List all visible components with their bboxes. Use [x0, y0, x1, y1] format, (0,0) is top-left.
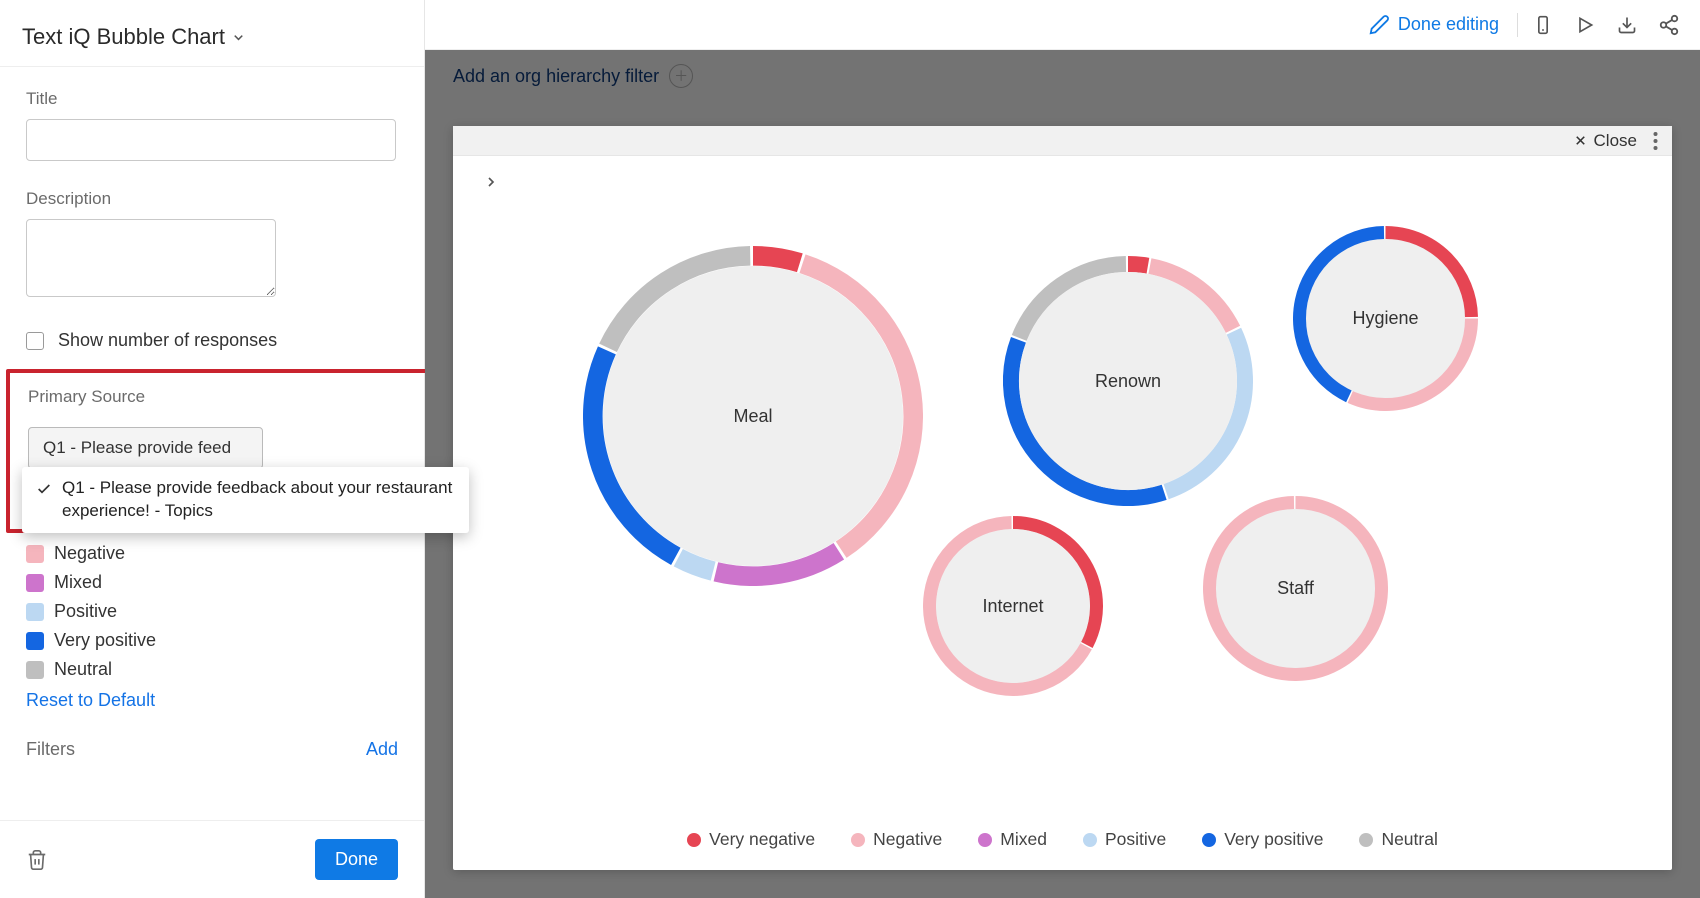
- color-swatch: [26, 545, 44, 563]
- legend-entry[interactable]: Negative: [851, 829, 942, 850]
- primary-source-option[interactable]: Q1 - Please provide feedback about your …: [36, 477, 455, 523]
- color-swatch: [26, 661, 44, 679]
- chart-legend: Very negative Negative Mixed Positive Very p…: [453, 829, 1672, 850]
- description-input[interactable]: [26, 219, 276, 297]
- bubble-staff[interactable]: Staff: [1203, 496, 1388, 681]
- legend-dot: [1202, 833, 1216, 847]
- bubble-hygiene[interactable]: Hygiene: [1293, 226, 1478, 411]
- close-icon: [1573, 133, 1588, 148]
- bubble-renown[interactable]: Renown: [1003, 256, 1253, 506]
- bubble-chart[interactable]: Meal RenownHygiene Internet Staff: [523, 176, 1632, 800]
- primary-source-dropdown: Q1 - Please provide feedback about your …: [22, 467, 469, 533]
- preview-overlay: Add an org hierarchy filter ＋ Close: [425, 50, 1700, 898]
- sentiment-legend: NegativeMixedPositiveVery positiveNeutra…: [26, 539, 398, 684]
- bubble-internet[interactable]: Internet: [923, 516, 1103, 696]
- download-icon: [1617, 15, 1637, 35]
- legend-item[interactable]: Very positive: [26, 626, 398, 655]
- chevron-down-icon: [231, 30, 246, 45]
- checkbox-icon: [26, 332, 44, 350]
- download-button[interactable]: [1606, 8, 1648, 42]
- title-label: Title: [26, 89, 398, 109]
- legend-item[interactable]: Mixed: [26, 568, 398, 597]
- check-icon: [36, 481, 52, 497]
- legend-item[interactable]: Neutral: [26, 655, 398, 684]
- main-canvas: Done editing Add an org hierarchy filter…: [425, 0, 1700, 898]
- color-swatch: [26, 632, 44, 650]
- legend-entry[interactable]: Neutral: [1359, 829, 1437, 850]
- add-filter-button[interactable]: Add: [366, 739, 398, 760]
- config-sidebar: Text iQ Bubble Chart Title Description S…: [0, 0, 425, 898]
- plus-icon: ＋: [669, 64, 693, 88]
- close-card-button[interactable]: Close: [1573, 131, 1637, 151]
- reset-to-default[interactable]: Reset to Default: [26, 690, 398, 711]
- edit-icon: [1368, 14, 1390, 36]
- page-title: Text iQ Bubble Chart: [22, 24, 225, 50]
- add-hierarchy-filter[interactable]: Add an org hierarchy filter ＋: [453, 64, 693, 88]
- topbar: Done editing: [425, 0, 1700, 50]
- show-responses-label: Show number of responses: [58, 330, 277, 351]
- expand-button[interactable]: [483, 174, 499, 190]
- legend-entry[interactable]: Positive: [1083, 829, 1166, 850]
- legend-entry[interactable]: Mixed: [978, 829, 1047, 850]
- mobile-icon: [1533, 15, 1553, 35]
- legend-item[interactable]: Negative: [26, 539, 398, 568]
- legend-entry[interactable]: Very negative: [687, 829, 815, 850]
- legend-dot: [1359, 833, 1373, 847]
- legend-dot: [851, 833, 865, 847]
- filters-label: Filters: [26, 739, 75, 760]
- done-editing-button[interactable]: Done editing: [1354, 8, 1513, 42]
- done-button[interactable]: Done: [315, 839, 398, 880]
- share-icon: [1658, 14, 1680, 36]
- widget-type-selector[interactable]: Text iQ Bubble Chart: [0, 0, 424, 67]
- description-label: Description: [26, 189, 398, 209]
- kebab-icon: [1653, 132, 1658, 150]
- primary-source-select[interactable]: Q1 - Please provide feed: [28, 427, 263, 469]
- show-responses-checkbox[interactable]: Show number of responses: [26, 330, 398, 351]
- legend-entry[interactable]: Very positive: [1202, 829, 1323, 850]
- color-swatch: [26, 574, 44, 592]
- run-button[interactable]: [1564, 8, 1606, 42]
- trash-icon: [26, 849, 48, 871]
- bubble-meal[interactable]: Meal: [583, 246, 923, 586]
- share-button[interactable]: [1648, 8, 1690, 42]
- primary-source-label: Primary Source: [28, 387, 421, 407]
- play-icon: [1575, 15, 1595, 35]
- legend-dot: [978, 833, 992, 847]
- legend-item[interactable]: Positive: [26, 597, 398, 626]
- chevron-right-icon: [483, 174, 499, 190]
- color-swatch: [26, 603, 44, 621]
- primary-source-highlight: Primary Source Q1 - Please provide feed …: [6, 369, 443, 533]
- legend-dot: [1083, 833, 1097, 847]
- mobile-preview-button[interactable]: [1522, 8, 1564, 42]
- chart-card: Close Meal RenownHygiene Internet Staff Ver…: [453, 126, 1672, 870]
- delete-button[interactable]: [26, 849, 48, 871]
- card-menu-button[interactable]: [1653, 132, 1658, 150]
- title-input[interactable]: [26, 119, 396, 161]
- legend-dot: [687, 833, 701, 847]
